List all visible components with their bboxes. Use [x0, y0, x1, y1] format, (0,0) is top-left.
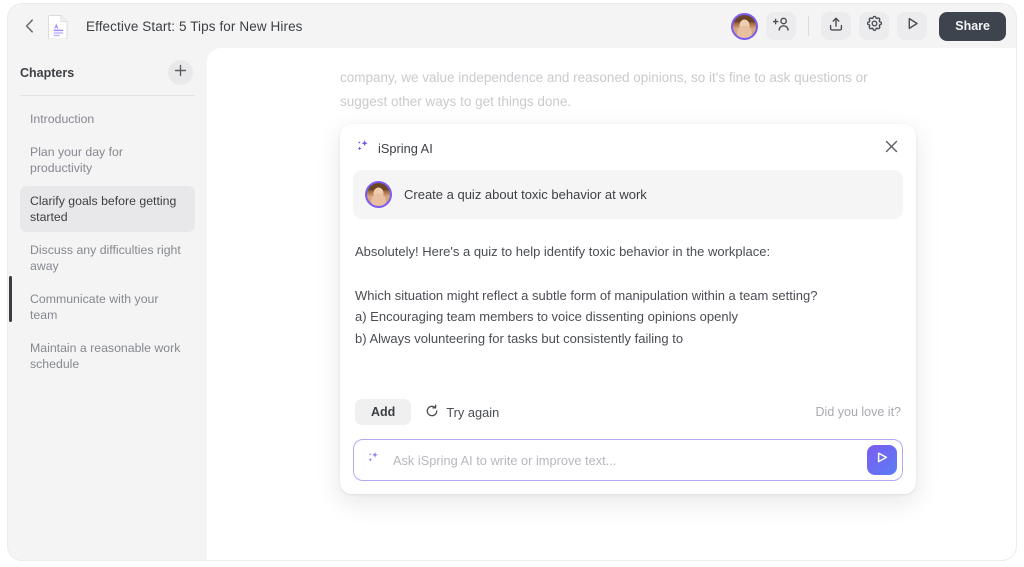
- send-icon: [875, 450, 890, 470]
- page-title: Effective Start: 5 Tips for New Hires: [86, 18, 303, 34]
- ai-action-row: Add Try again Did you love it?: [353, 399, 903, 425]
- toolbar-actions: Share: [731, 11, 1006, 41]
- sidebar-item-discuss-difficulties[interactable]: Discuss any difficulties right away: [20, 235, 195, 281]
- ai-answer-spacer: [355, 263, 901, 285]
- share-button[interactable]: Share: [939, 11, 1006, 41]
- settings-button[interactable]: [859, 12, 890, 40]
- share-button-label: Share: [955, 19, 990, 33]
- avatar-image: [367, 183, 390, 206]
- ai-brand-label: iSpring AI: [378, 141, 433, 156]
- top-toolbar: Effective Start: 5 Tips for New Hires Sh…: [8, 4, 1016, 48]
- sidebar-title: Chapters: [20, 65, 75, 80]
- ai-answer-question: Which situation might reflect a subtle f…: [355, 287, 818, 303]
- try-again-button[interactable]: Try again: [425, 404, 499, 421]
- sidebar-divider: [20, 95, 195, 96]
- back-button[interactable]: [16, 13, 42, 39]
- refresh-icon: [425, 404, 439, 421]
- ai-assistant-panel: iSpring AI Create a quiz about toxic beh…: [340, 124, 916, 494]
- user-prompt-row: Create a quiz about toxic behavior at wo…: [353, 170, 903, 219]
- add-user-button[interactable]: [766, 12, 797, 40]
- document-body-text: company, we value independence and reaso…: [340, 70, 868, 109]
- sidebar-item-maintain-schedule[interactable]: Maintain a reasonable work schedule: [20, 333, 195, 379]
- play-icon: [905, 16, 920, 36]
- toolbar-divider: [808, 16, 810, 36]
- chevron-left-icon: [25, 19, 34, 33]
- send-button[interactable]: [867, 445, 897, 475]
- ai-answer-option-b: b) Always volunteering for tasks but con…: [355, 330, 684, 346]
- ai-answer-option-a: a) Encouraging team members to voice dis…: [355, 309, 738, 324]
- sidebar-scrollbar[interactable]: [9, 276, 12, 322]
- plus-icon: [174, 64, 187, 82]
- feedback-prompt[interactable]: Did you love it?: [816, 405, 901, 419]
- close-icon: [885, 140, 898, 158]
- add-button[interactable]: Add: [355, 399, 412, 425]
- sidebar-item-plan-your-day[interactable]: Plan your day for productivity: [20, 137, 195, 183]
- chapter-list: Introduction Plan your day for productiv…: [8, 104, 207, 379]
- try-again-label: Try again: [446, 404, 500, 420]
- app-window: Effective Start: 5 Tips for New Hires Sh…: [8, 4, 1016, 560]
- ai-answer-intro: Absolutely! Here's a quiz to help identi…: [355, 244, 771, 259]
- ai-panel-header: iSpring AI: [353, 136, 903, 159]
- user-avatar[interactable]: [731, 12, 759, 40]
- ai-answer: Absolutely! Here's a quiz to help identi…: [353, 241, 903, 391]
- main-content: company, we value independence and reaso…: [207, 48, 1016, 560]
- upload-icon: [828, 16, 844, 37]
- add-user-icon: [772, 16, 790, 37]
- prompt-avatar: [365, 181, 392, 208]
- preview-button[interactable]: [897, 12, 928, 40]
- ai-input-row: [353, 439, 903, 481]
- user-prompt-text: Create a quiz about toxic behavior at wo…: [404, 187, 647, 202]
- sparkles-icon: [366, 450, 381, 470]
- sidebar: Chapters Introduction Plan your day for …: [8, 48, 207, 560]
- sparkles-icon: [355, 138, 371, 159]
- avatar-image: [733, 14, 757, 38]
- upload-button[interactable]: [821, 12, 852, 40]
- sidebar-item-introduction[interactable]: Introduction: [20, 104, 195, 134]
- sidebar-header: Chapters: [8, 48, 207, 95]
- sidebar-item-clarify-goals[interactable]: Clarify goals before getting started: [20, 186, 195, 232]
- document-icon: [46, 13, 70, 40]
- gear-icon: [866, 15, 883, 37]
- add-chapter-button[interactable]: [168, 60, 193, 85]
- ai-prompt-input[interactable]: [393, 452, 867, 468]
- close-ai-panel-button[interactable]: [881, 139, 901, 159]
- sidebar-item-communicate[interactable]: Communicate with your team: [20, 284, 195, 330]
